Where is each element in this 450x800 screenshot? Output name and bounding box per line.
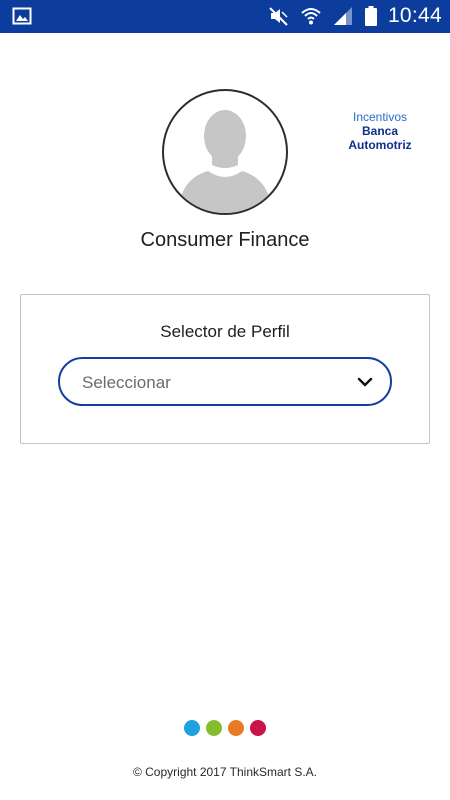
battery-icon: [364, 5, 378, 27]
copyright-text: © Copyright 2017 ThinkSmart S.A.: [132, 765, 318, 779]
user-silhouette-icon: [178, 110, 272, 213]
profile-selector-card: Selector de Perfil Seleccionar: [20, 294, 430, 444]
profile-select-dropdown[interactable]: Seleccionar: [58, 357, 392, 406]
profile-selector-title: Selector de Perfil: [160, 322, 290, 341]
dot-orange: [228, 720, 244, 736]
dot-red: [250, 720, 266, 736]
wifi-icon: [300, 5, 322, 27]
brand-logo-line-2: Banca: [361, 124, 399, 138]
profile-name: Consumer Finance: [140, 229, 310, 251]
mute-icon: [268, 5, 290, 27]
gallery-icon: [12, 6, 32, 26]
signal-icon: [332, 5, 354, 27]
profile-select-value: Seleccionar: [82, 373, 171, 392]
status-icons: 10:44: [268, 4, 442, 28]
brand-logo-line-1: Incentivos: [352, 110, 408, 124]
chevron-down-icon: [356, 373, 374, 391]
avatar: [162, 89, 288, 215]
dot-green: [206, 720, 222, 736]
brand-logo-line-3: Automotriz: [348, 138, 412, 152]
brand-logo: Incentivos Banca Automotriz: [340, 110, 420, 152]
status-bar: 10:44: [0, 0, 450, 33]
brand-dots: [0, 720, 450, 736]
status-time: 10:44: [387, 4, 442, 27]
dot-blue: [184, 720, 200, 736]
